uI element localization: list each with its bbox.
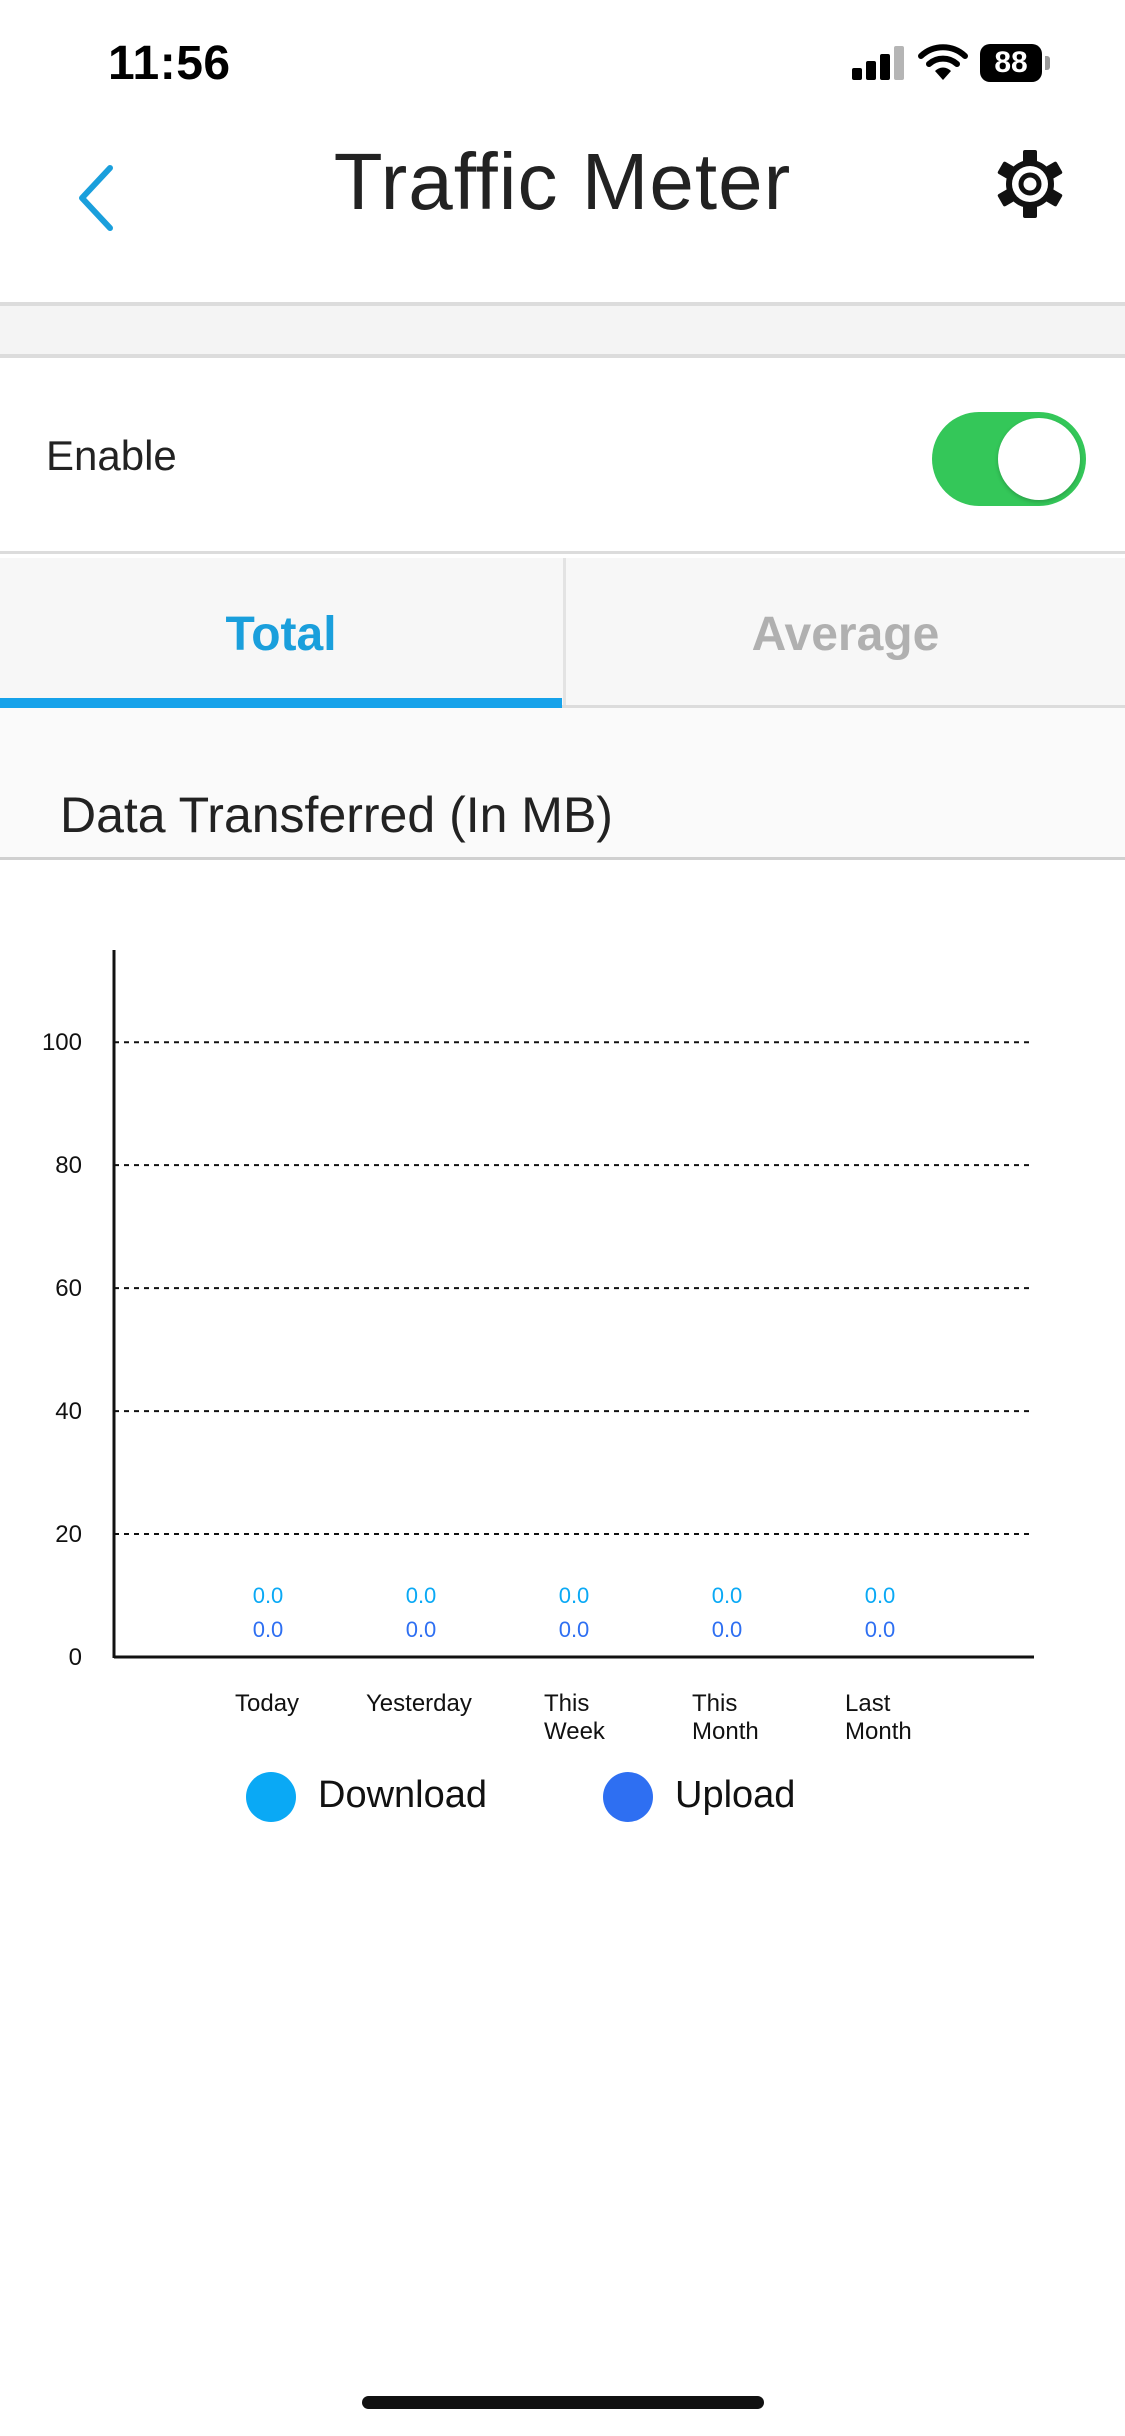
y-tick-label: 80: [55, 1152, 82, 1179]
home-indicator: [362, 2396, 764, 2409]
tab-bar: Total Average: [0, 558, 1125, 708]
active-tab-indicator: [0, 698, 562, 708]
value-label-download: 0.0: [406, 1583, 437, 1608]
traffic-meter-screen: 11:56 88 Traffic Meter Enable Total Aver…: [0, 0, 1125, 2436]
tab-average[interactable]: Average: [563, 558, 1125, 705]
x-tick-label: Last Month: [845, 1690, 912, 1745]
legend-label: Upload: [675, 1774, 796, 1816]
value-label-upload: 0.0: [559, 1617, 590, 1642]
battery-icon: 88: [980, 44, 1052, 82]
enable-row: Enable: [0, 362, 1125, 554]
x-tick-label: This Month: [692, 1690, 759, 1745]
y-tick-label: 60: [55, 1275, 82, 1302]
section-title: Data Transferred (In MB): [60, 787, 613, 843]
x-tick-label: This Week: [544, 1690, 605, 1745]
y-tick-label: 40: [55, 1398, 82, 1425]
legend-label: Download: [318, 1774, 487, 1816]
enable-toggle[interactable]: [932, 412, 1086, 506]
value-label-upload: 0.0: [406, 1617, 437, 1642]
legend-swatch: [246, 1772, 296, 1822]
enable-label: Enable: [46, 432, 177, 479]
chart-legend: Download Upload: [0, 1768, 1125, 1828]
value-label-download: 0.0: [253, 1583, 284, 1608]
value-label-download: 0.0: [559, 1583, 590, 1608]
cellular-signal-icon: [852, 46, 904, 80]
value-label-upload: 0.0: [865, 1617, 896, 1642]
section-divider: [0, 302, 1125, 358]
tab-total[interactable]: Total: [0, 558, 562, 705]
page-title: Traffic Meter: [333, 137, 792, 226]
status-time: 11:56: [108, 37, 231, 90]
x-tick-label: Today: [235, 1690, 300, 1717]
y-tick-label: 100: [42, 1029, 82, 1056]
gear-icon: [997, 150, 1063, 218]
x-tick-label: Yesterday: [366, 1690, 472, 1717]
toggle-knob: [998, 418, 1080, 500]
legend-swatch: [603, 1772, 653, 1822]
data-transferred-chart: 0 20 40 60 80 100 0.0 0.0 0.0 0.0 0.0 0.0 0.0 0.0 0.0 0…: [0, 860, 1125, 1860]
wifi-icon: [918, 44, 968, 80]
value-label-upload: 0.0: [712, 1617, 743, 1642]
status-bar: 11:56 88: [0, 0, 1125, 130]
value-label-download: 0.0: [865, 1583, 896, 1608]
value-label-upload: 0.0: [253, 1617, 284, 1642]
chart-canvas: 0 20 40 60 80 100 0.0 0.0 0.0 0.0 0.0 0.0 0.0 0.0 0.0 0…: [42, 950, 1034, 1671]
y-tick-label: 20: [55, 1521, 82, 1548]
value-label-download: 0.0: [712, 1583, 743, 1608]
nav-bar: Traffic Meter: [0, 130, 1125, 302]
section-header: Data Transferred (In MB): [0, 708, 1125, 860]
battery-level: 88: [980, 44, 1042, 82]
settings-button[interactable]: [990, 144, 1070, 224]
y-tick-label: 0: [69, 1644, 82, 1671]
